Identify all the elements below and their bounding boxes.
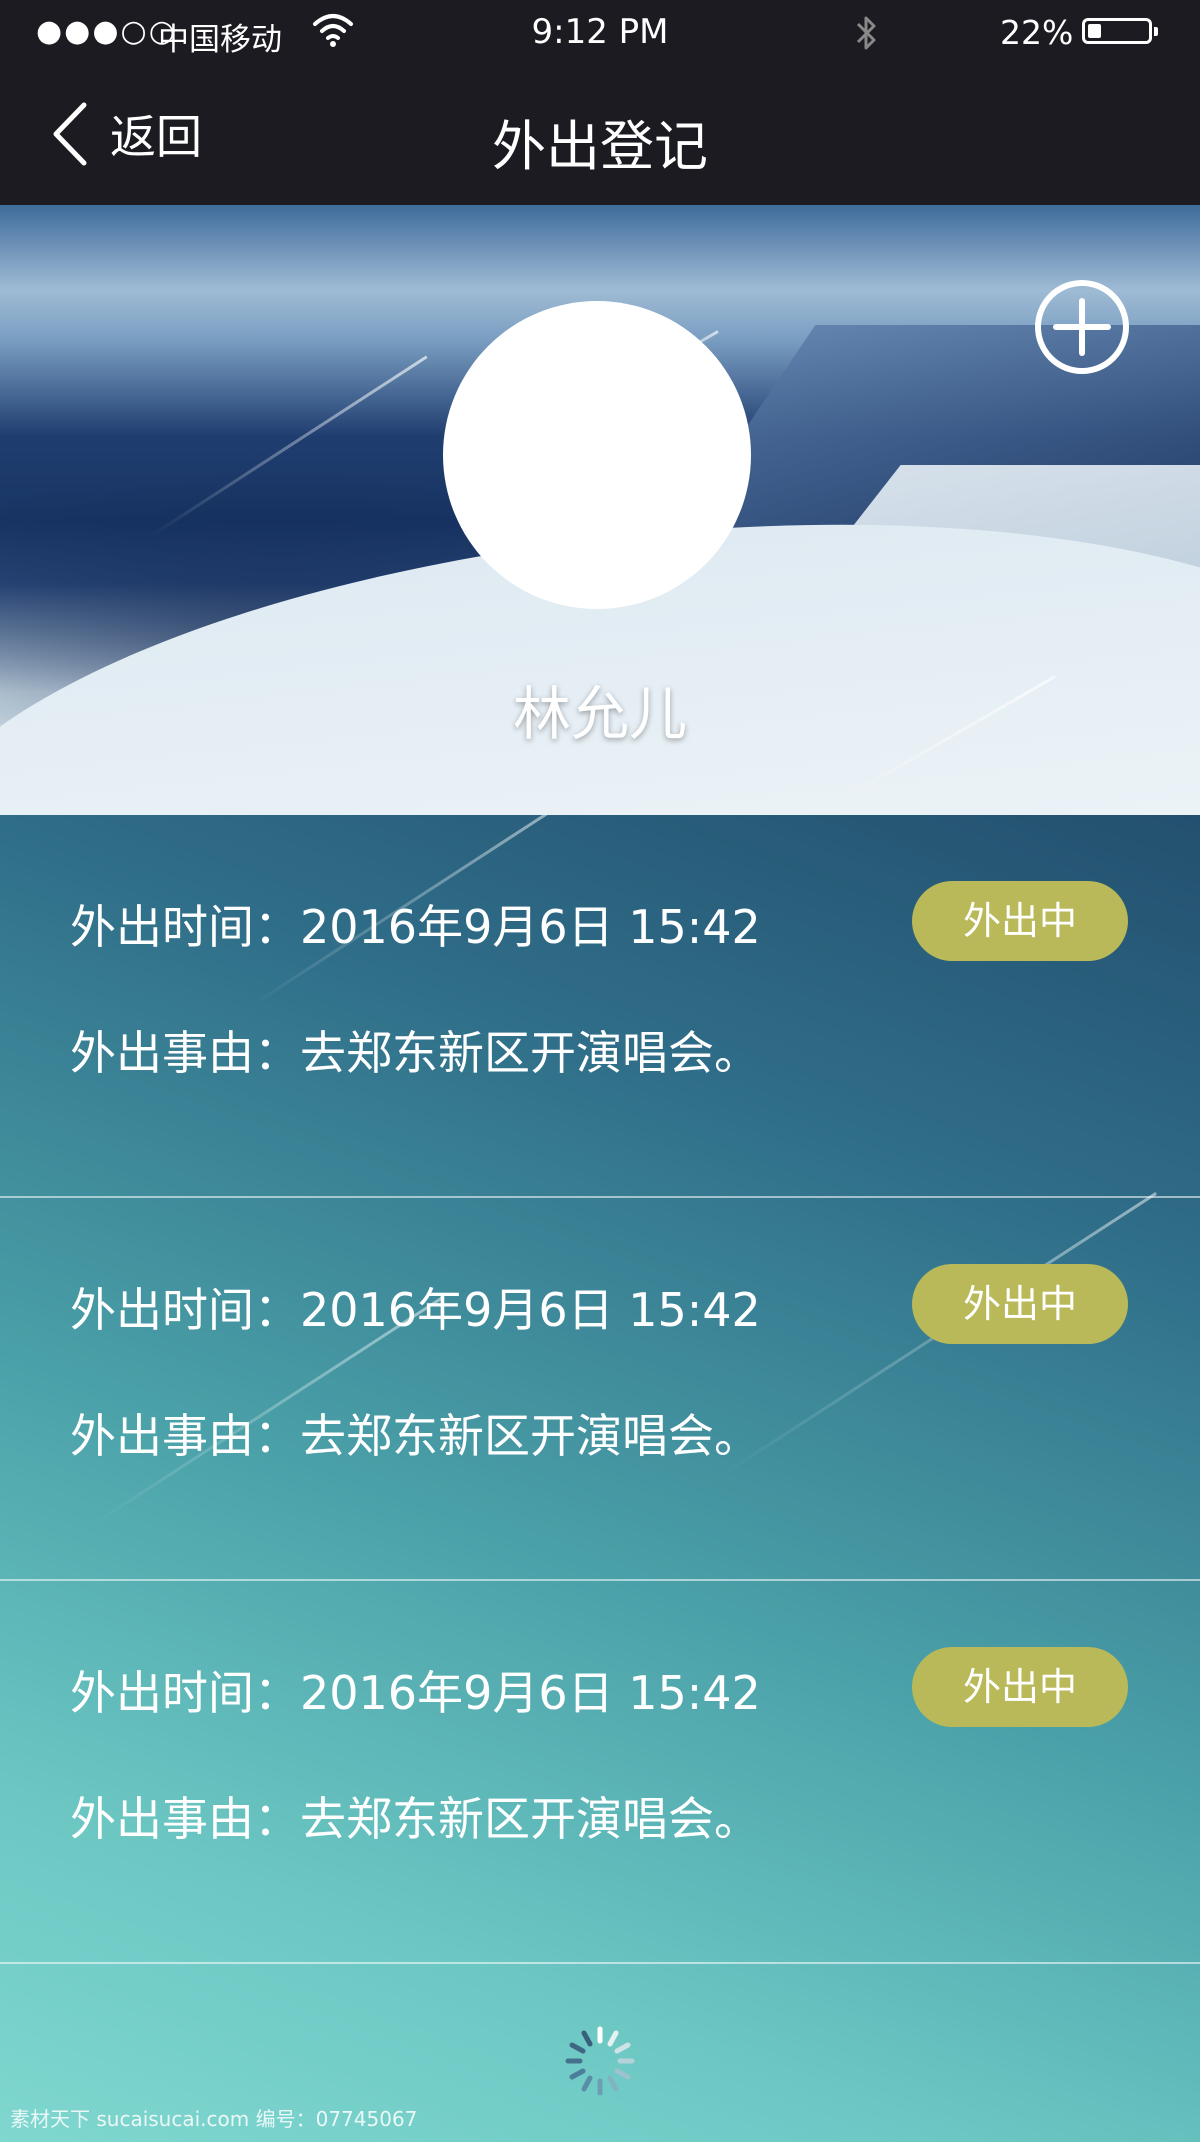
outing-reason: 外出事由：去郑东新区开演唱会。 bbox=[70, 1026, 760, 1080]
battery-icon bbox=[1082, 18, 1158, 44]
battery-fill bbox=[1088, 24, 1101, 38]
outing-record-list: 外出时间：2016年9月6日 15:42 外出事由：去郑东新区开演唱会。 外出中… bbox=[0, 815, 1200, 2142]
watermark: 素材天下 sucaisucai.com 编号：07745067 bbox=[10, 2107, 418, 2131]
light-streak bbox=[149, 355, 428, 538]
battery-tip bbox=[1154, 27, 1158, 36]
page-title: 外出登记 bbox=[492, 115, 708, 178]
outing-time: 外出时间：2016年9月6日 15:42 bbox=[70, 900, 761, 954]
status-badge: 外出中 bbox=[912, 1647, 1128, 1727]
status-badge: 外出中 bbox=[912, 1264, 1128, 1344]
list-item[interactable]: 外出时间：2016年9月6日 15:42 外出事由：去郑东新区开演唱会。 外出中 bbox=[0, 1198, 1200, 1581]
outing-time: 外出时间：2016年9月6日 15:42 bbox=[70, 1666, 761, 1720]
list-item[interactable]: 外出时间：2016年9月6日 15:42 外出事由：去郑东新区开演唱会。 外出中 bbox=[0, 1581, 1200, 1964]
avatar[interactable] bbox=[443, 301, 751, 609]
bluetooth-icon bbox=[856, 16, 876, 50]
add-circle-icon[interactable] bbox=[1032, 277, 1132, 377]
outing-time: 外出时间：2016年9月6日 15:42 bbox=[70, 1283, 761, 1337]
outing-reason: 外出事由：去郑东新区开演唱会。 bbox=[70, 1792, 760, 1846]
profile-header: 林允儿 bbox=[0, 205, 1200, 815]
status-badge: 外出中 bbox=[912, 881, 1128, 961]
loading-spinner-icon bbox=[565, 2026, 635, 2096]
user-name: 林允儿 bbox=[512, 680, 687, 748]
top-bar: ●●●○○ 中国移动 9:12 PM 22% 返回 外出登记 bbox=[0, 0, 1200, 205]
list-item[interactable]: 外出时间：2016年9月6日 15:42 外出事由：去郑东新区开演唱会。 外出中 bbox=[0, 815, 1200, 1198]
outing-reason: 外出事由：去郑东新区开演唱会。 bbox=[70, 1409, 760, 1463]
battery-percent: 22% bbox=[1000, 13, 1074, 52]
navigation-bar: 返回 外出登记 bbox=[0, 64, 1200, 205]
status-bar: ●●●○○ 中国移动 9:12 PM 22% bbox=[0, 0, 1200, 64]
